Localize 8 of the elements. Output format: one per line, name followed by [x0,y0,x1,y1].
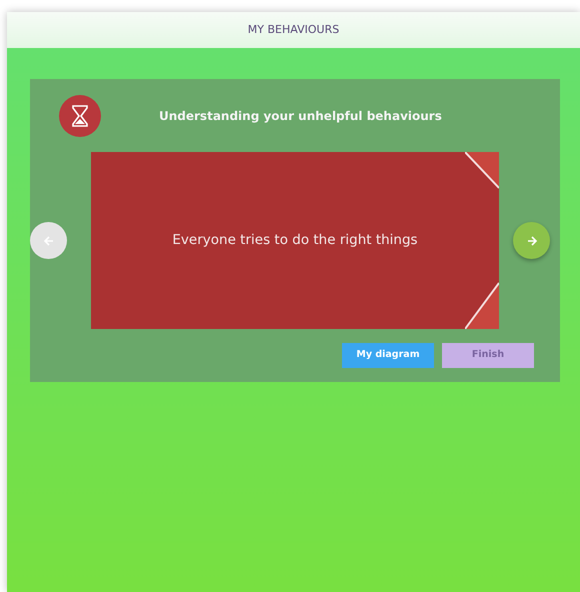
statement-text: Everyone tries to do the right things [172,231,418,250]
action-button[interactable]: My diagram [342,343,434,368]
hourglass-icon [59,94,101,136]
activity-title: Understanding your unhelpful behaviours [159,108,442,124]
next-button[interactable] [513,222,550,259]
left-arrow-icon [42,234,54,246]
header-title: MY BEHAVIOURS [248,22,340,38]
right-arrow-icon [526,234,538,246]
